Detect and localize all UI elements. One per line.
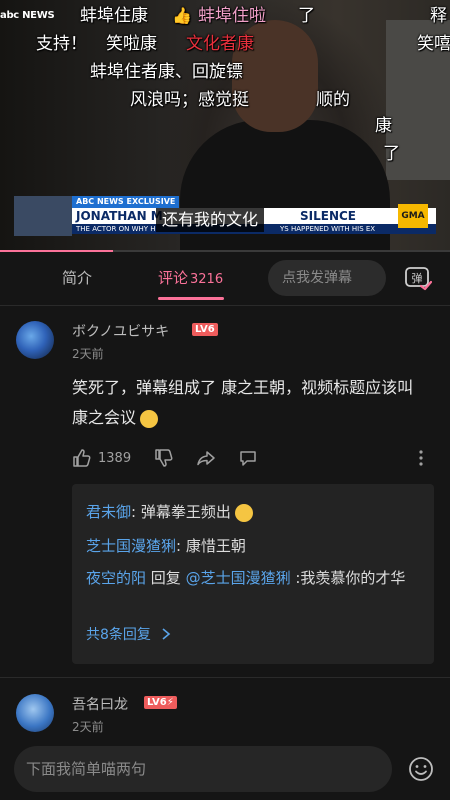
danmaku-12: 康 (375, 116, 392, 136)
comment-username[interactable]: ボクノユビサキ (72, 321, 169, 341)
avatar[interactable] (16, 321, 54, 359)
like-count: 1389 (98, 450, 132, 466)
reply-item: 君未御: 弹幕拳王频出 (86, 500, 426, 524)
reply-item: 芝士国漫猹猁: 康惜王朝 (86, 534, 426, 558)
comment-time: 2天前 (72, 720, 104, 734)
danmaku-4: 释 (430, 6, 447, 26)
comment-username[interactable]: 吾名曰龙 (72, 694, 128, 714)
comment-content: 笑死了，弹幕组成了 康之王朝，视频标题应该叫 康之会议 (72, 373, 432, 433)
active-tab-indicator (158, 297, 224, 300)
smiling-cat-emoji-icon (140, 409, 159, 428)
danmaku-11: 顺的 (316, 90, 350, 110)
danmaku-toggle-glyph: 弹 (412, 271, 423, 285)
view-more-replies-link[interactable]: 共8条回复 (86, 624, 171, 644)
thumbs-down-icon (155, 449, 173, 467)
danmaku-13: 了 (383, 144, 400, 164)
video-player[interactable]: abc NEWS 蚌埠住康 👍 蚌埠住啦 了 释 支持！ 笑啦康 文化者康 笑嘻… (0, 0, 450, 252)
comment-input-bar: 下面我简单喵两句 (0, 740, 450, 800)
more-vertical-icon (419, 450, 423, 466)
abc-news-logo: abc NEWS (0, 10, 55, 21)
video-subtitle: 还有我的文化 (156, 208, 265, 232)
reply-username[interactable]: 芝士国漫猹猁 (86, 537, 176, 555)
share-icon (197, 451, 215, 466)
comment-item: 吾名曰龙 LV6⚡ 2天前 (0, 678, 450, 740)
comment-time: 2天前 (72, 347, 104, 361)
avatar[interactable] (16, 694, 54, 732)
emoji-picker-icon[interactable] (408, 756, 434, 782)
comment-item: ボクノユビサキ LV6 2天前 笑死了，弹幕组成了 康之王朝，视频标题应该叫 康… (0, 305, 450, 690)
reply-preview-box[interactable]: 君未御: 弹幕拳王频出 芝士国漫猹猁: 康惜王朝 夜空的阳 回复 @芝士国漫猹猁… (72, 484, 434, 664)
danmaku-8: 笑嘻 (417, 34, 450, 54)
share-button[interactable] (196, 446, 216, 470)
reply-text: : 康惜王朝 (176, 537, 246, 555)
danmaku-7: 文化者康 (186, 34, 254, 54)
level-badge: LV6⚡ (144, 696, 177, 709)
tab-intro[interactable]: 简介 (62, 252, 92, 305)
tab-comments-label: 评论 (158, 269, 189, 287)
danmaku-2: 蚌埠住啦 (198, 6, 266, 26)
comment-bubble-icon (240, 451, 256, 466)
news-thumbnail (14, 196, 72, 236)
reply-username[interactable]: 夜空的阳 (86, 569, 146, 587)
reply-item: 夜空的阳 回复 @芝士国漫猹猁 :我羡慕你的才华 (86, 566, 426, 590)
news-sub-end: YS HAPPENED WITH HIS EX (280, 225, 376, 233)
danmaku-9: 蚌埠住者康、回旋镖 (90, 62, 243, 82)
thumbs-up-icon: 👍 (172, 6, 192, 25)
danmaku-1: 蚌埠住康 (80, 6, 148, 26)
news-exclusive-tag: ABC NEWS EXCLUSIVE (72, 196, 180, 208)
like-button[interactable]: 1389 (72, 446, 131, 470)
more-replies-label: 共8条回复 (86, 627, 151, 643)
reply-text: : 弹幕拳王频出 (131, 503, 231, 521)
danmaku-5: 支持！ (36, 34, 87, 54)
danmaku-10: 风浪吗；感觉挺 (130, 90, 249, 110)
comment-input[interactable]: 下面我简单喵两句 (14, 746, 392, 792)
comment-text: 笑死了，弹幕组成了 康之王朝，视频标题应该叫 康之会议 (72, 378, 414, 427)
news-headline-start: JONATHAN M (76, 209, 163, 223)
tab-bar: 简介 评论 3216 点我发弹幕 弹 (0, 252, 450, 306)
gma-logo: GMA (398, 204, 428, 228)
danmaku-3: 了 (298, 6, 315, 26)
danmaku-toggle-icon[interactable]: 弹 (404, 264, 433, 292)
reply-text: :我羡慕你的才华 (290, 569, 406, 587)
reply-button[interactable] (238, 446, 258, 470)
grinning-emoji-icon (234, 503, 253, 522)
news-sub-start: THE ACTOR ON WHY H (76, 225, 156, 233)
level-badge: LV6 (192, 323, 218, 336)
dislike-button[interactable] (154, 446, 174, 470)
thumbs-up-icon (73, 449, 91, 467)
news-headline-end: SILENCE (300, 209, 356, 223)
reply-mid: 回复 (146, 569, 186, 587)
comment-actions: 1389 (72, 446, 432, 470)
chevron-right-icon (162, 628, 171, 640)
reply-mention[interactable]: @芝士国漫猹猁 (186, 569, 291, 587)
danmaku-send-input[interactable]: 点我发弹幕 (268, 260, 386, 296)
comment-count: 3216 (190, 272, 224, 287)
danmaku-6: 笑啦康 (106, 34, 157, 54)
more-options-button[interactable] (418, 446, 424, 470)
reply-username[interactable]: 君未御 (86, 503, 131, 521)
